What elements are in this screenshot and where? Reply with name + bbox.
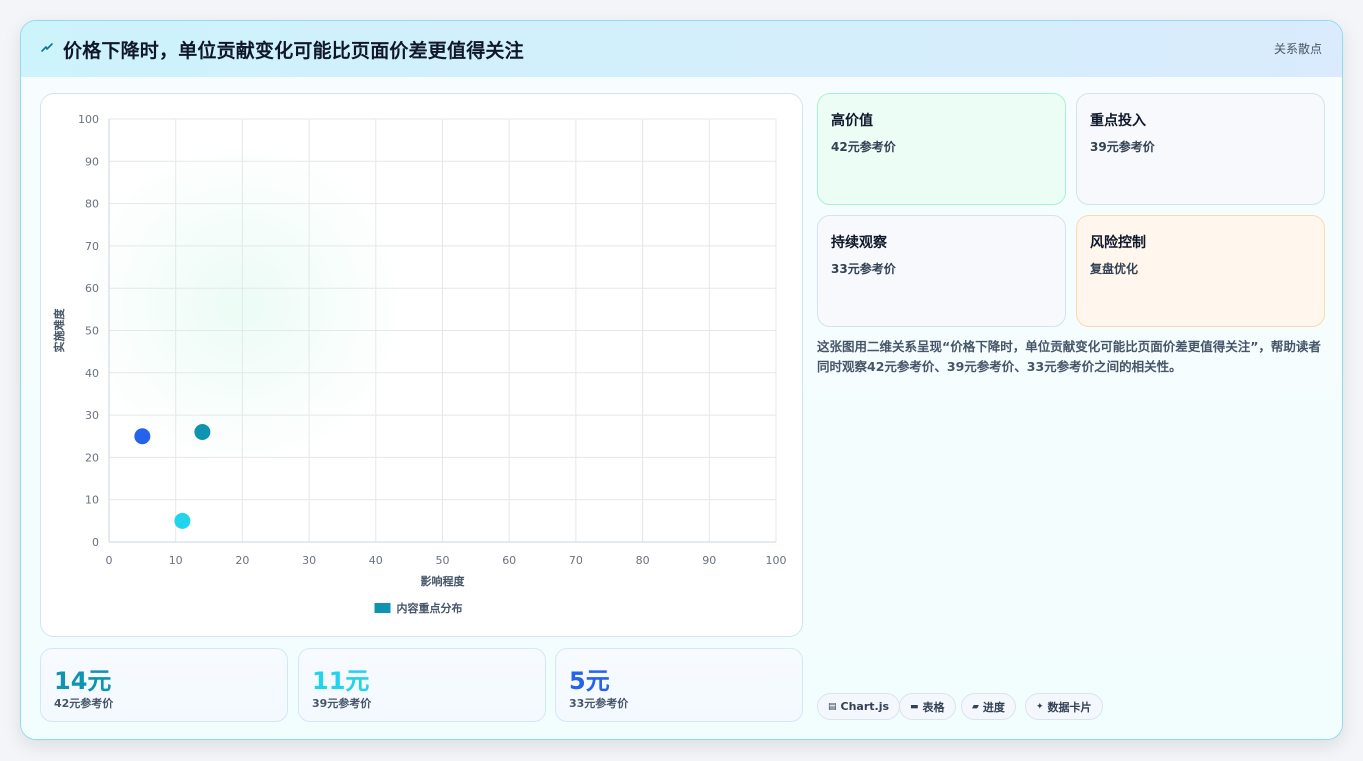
x-tick-label: 50 xyxy=(436,554,450,567)
y-tick-label: 50 xyxy=(85,325,99,338)
scatter-point xyxy=(134,428,151,445)
x-tick-label: 70 xyxy=(569,554,583,567)
tag-progress[interactable]: ▰ 进度 xyxy=(961,693,1016,720)
stat-label-3: 33元参考价 xyxy=(569,697,629,710)
tile-title: 重点投入 xyxy=(1090,113,1146,129)
stat-value-2: 11元 xyxy=(312,667,370,695)
x-tick-label: 0 xyxy=(106,554,113,567)
y-axis-title: 实施难度 xyxy=(52,308,66,353)
tile-high-value: 高价值 42元参考价 xyxy=(817,93,1066,205)
scatter-chart: 0 10 20 30 40 50 60 70 80 90 100 0 10 20 30 40 50 60 70 80 9… xyxy=(52,113,787,615)
y-tick-label: 90 xyxy=(85,155,99,168)
tile-key-investment: 重点投入 39元参考价 xyxy=(1076,93,1325,205)
scatter-point xyxy=(174,512,191,529)
stat-value-3: 5元 xyxy=(569,667,610,695)
tile-title: 风险控制 xyxy=(1090,235,1146,251)
tile-title: 持续观察 xyxy=(831,235,887,251)
legend-swatch xyxy=(374,603,391,613)
sparkle-icon: ✦ xyxy=(1036,701,1044,712)
tag-data-card[interactable]: ✦ 数据卡片 xyxy=(1025,693,1103,720)
scatter-point xyxy=(194,424,211,441)
x-tick-label: 100 xyxy=(766,554,787,567)
tag-table[interactable]: ▬ 表格 xyxy=(899,693,956,720)
tile-risk-control: 风险控制 复盘优化 xyxy=(1076,215,1325,327)
stat-card-1: 14元 42元参考价 xyxy=(40,648,288,722)
scatter-chart-panel: 0 10 20 30 40 50 60 70 80 90 100 0 10 20 30 40 50 60 70 80 9… xyxy=(40,93,803,637)
y-tick-label: 100 xyxy=(78,113,99,126)
y-tick-label: 80 xyxy=(85,198,99,211)
y-tick-label: 0 xyxy=(92,536,99,549)
tile-subtitle: 复盘优化 xyxy=(1090,262,1139,276)
tile-continuous-observation: 持续观察 33元参考价 xyxy=(817,215,1066,327)
y-tick-label: 40 xyxy=(85,367,99,380)
x-tick-label: 80 xyxy=(636,554,650,567)
tag-chartjs[interactable]: ▤ Chart.js xyxy=(817,693,901,720)
tag-label: 进度 xyxy=(982,700,1005,714)
chart-type-badge: 关系散点 xyxy=(1273,42,1322,56)
x-axis-title: 影响程度 xyxy=(421,574,466,588)
page-title: 价格下降时，单位贡献变化可能比页面价差更值得关注 xyxy=(63,40,524,62)
tag-label: 数据卡片 xyxy=(1047,700,1092,714)
x-tick-label: 30 xyxy=(302,554,316,567)
progress-icon: ▰ xyxy=(972,701,979,712)
tag-label: Chart.js xyxy=(840,700,890,713)
tile-subtitle: 39元参考价 xyxy=(1090,140,1155,154)
stat-card-2: 11元 39元参考价 xyxy=(298,648,546,722)
report-card: 价格下降时，单位贡献变化可能比页面价差更值得关注 关系散点 0 10 20 30 40 5… xyxy=(20,20,1343,740)
x-tick-label: 60 xyxy=(502,554,516,567)
y-tick-label: 70 xyxy=(85,240,99,253)
lightning-icon xyxy=(40,41,56,57)
x-tick-label: 10 xyxy=(169,554,183,567)
stat-label-1: 42元参考价 xyxy=(54,697,114,710)
chart-icon: ▤ xyxy=(828,701,837,712)
chart-description: 这张图用二维关系呈现“价格下降时，单位贡献变化可能比页面价差更值得关注”，帮助读… xyxy=(817,339,1321,374)
tile-title: 高价值 xyxy=(831,113,873,129)
legend-label: 内容重点分布 xyxy=(397,601,463,615)
stat-value-1: 14元 xyxy=(54,667,112,695)
x-tick-label: 20 xyxy=(235,554,249,567)
tag-label: 表格 xyxy=(922,700,945,714)
stat-label-2: 39元参考价 xyxy=(312,697,372,710)
y-tick-label: 60 xyxy=(85,282,99,295)
x-tick-label: 90 xyxy=(702,554,716,567)
stat-card-3: 5元 33元参考价 xyxy=(555,648,803,722)
table-icon: ▬ xyxy=(910,701,919,712)
tile-subtitle: 33元参考价 xyxy=(831,262,896,276)
tile-subtitle: 42元参考价 xyxy=(831,140,896,154)
y-tick-label: 20 xyxy=(85,451,99,464)
x-tick-label: 40 xyxy=(369,554,383,567)
y-tick-label: 10 xyxy=(85,494,99,507)
y-tick-label: 30 xyxy=(85,409,99,422)
card-header: 价格下降时，单位贡献变化可能比页面价差更值得关注 关系散点 xyxy=(21,21,1342,77)
